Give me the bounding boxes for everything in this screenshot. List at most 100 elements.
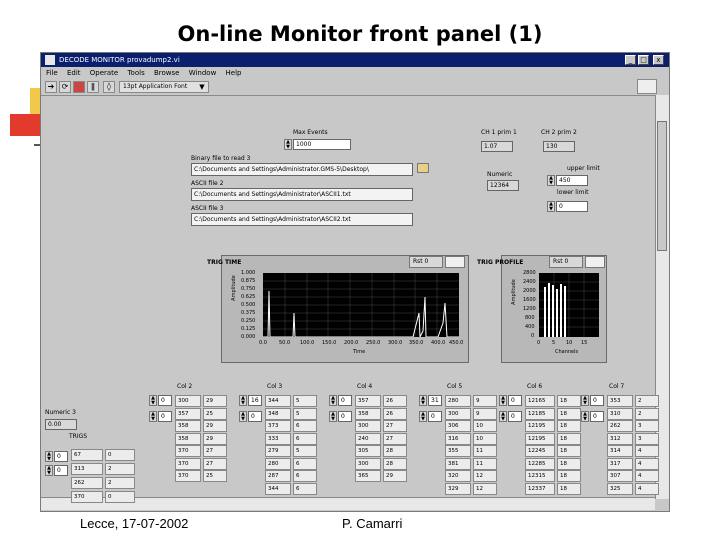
- table-cell: 25: [203, 407, 227, 420]
- table-cell: 12185: [525, 407, 555, 420]
- table-cell: 18: [557, 407, 581, 420]
- table-cell: 11: [473, 457, 497, 470]
- table-cell: 370: [175, 457, 201, 470]
- index-field[interactable]: 0: [158, 411, 172, 422]
- column-group-label: Col 7: [609, 383, 625, 390]
- table-cell: 25: [203, 470, 227, 482]
- table-cell: 18: [557, 470, 581, 482]
- index-spinner[interactable]: ▲ ▼: [499, 411, 507, 422]
- index-field[interactable]: 31: [428, 395, 442, 406]
- table-cell: 370: [175, 445, 201, 457]
- table-cell: 29: [203, 432, 227, 445]
- table-cell: 27: [383, 432, 407, 445]
- table-cell: 12195: [525, 420, 555, 432]
- column-group: Col 6 ▲ ▼ 0 ▲ ▼ 0 12165 18 12185 18 12195 18 12195 18 1…: [499, 383, 585, 495]
- index-spinner[interactable]: ▲ ▼: [239, 411, 247, 422]
- table-cell: 10: [473, 420, 497, 432]
- table-cell: 300: [355, 457, 381, 470]
- table-cell: 6: [293, 470, 317, 482]
- index-spinner[interactable]: ▲ ▼: [419, 411, 427, 422]
- table-cell: 358: [355, 407, 381, 420]
- decor-red-block: [10, 114, 44, 136]
- index-field[interactable]: 0: [338, 411, 352, 422]
- vertical-scroll-thumb[interactable]: [657, 121, 667, 251]
- table-cell: 18: [557, 445, 581, 457]
- table-cell: 10: [473, 432, 497, 445]
- column-group: Col 4 ▲ ▼ 0 ▲ ▼ 0 357 26 358 26 300 27 240 27 305 28 300 2…: [329, 383, 415, 495]
- slide-title: On-line Monitor front panel (1): [177, 22, 543, 46]
- index-spinner[interactable]: ▲ ▼: [581, 395, 589, 406]
- table-cell: 4: [635, 457, 659, 470]
- table-cell: 357: [355, 395, 381, 407]
- table-cell: 365: [355, 470, 381, 482]
- table-cell: 12195: [525, 432, 555, 445]
- table-cell: 306: [445, 420, 471, 432]
- table-cell: 4: [635, 445, 659, 457]
- table-cell: 12: [473, 482, 497, 495]
- table-cell: 316: [445, 432, 471, 445]
- table-cell: 353: [607, 395, 633, 407]
- footer-location-date: Lecce, 17-07-2002: [80, 516, 189, 531]
- table-cell: 300: [355, 420, 381, 432]
- table-cell: 6: [293, 432, 317, 445]
- table-cell: 320: [445, 470, 471, 482]
- index-spinner[interactable]: ▲ ▼: [499, 395, 507, 406]
- column-group: Col 2 ▲ ▼ 0 ▲ ▼ 0 300 29 357 25 358 29 358 29 370 27 370 2…: [149, 383, 235, 495]
- table-cell: 4: [635, 470, 659, 482]
- table-cell: 18: [557, 395, 581, 407]
- table-cell: 370: [175, 470, 201, 482]
- index-field[interactable]: 0: [590, 411, 604, 422]
- table-cell: 6: [293, 482, 317, 495]
- table-cell: 240: [355, 432, 381, 445]
- column-group-label: Col 4: [357, 383, 373, 390]
- index-field[interactable]: 0: [508, 411, 522, 422]
- index-field[interactable]: 0: [248, 411, 262, 422]
- table-cell: 18: [557, 432, 581, 445]
- table-cell: 18: [557, 482, 581, 495]
- table-cell: 329: [445, 482, 471, 495]
- table-cell: 18: [557, 420, 581, 432]
- table-cell: 12315: [525, 470, 555, 482]
- index-field[interactable]: 0: [590, 395, 604, 406]
- table-cell: 12165: [525, 395, 555, 407]
- index-spinner[interactable]: ▲ ▼: [329, 395, 337, 406]
- index-field[interactable]: 16: [248, 395, 262, 406]
- index-field[interactable]: 0: [508, 395, 522, 406]
- index-field[interactable]: 0: [338, 395, 352, 406]
- table-cell: 6: [293, 457, 317, 470]
- table-cell: 28: [383, 445, 407, 457]
- table-cell: 344: [265, 482, 291, 495]
- table-cell: 344: [265, 395, 291, 407]
- table-cell: 317: [607, 457, 633, 470]
- table-cell: 348: [265, 407, 291, 420]
- table-cell: 300: [445, 407, 471, 420]
- index-spinner[interactable]: ▲ ▼: [149, 411, 157, 422]
- table-cell: 300: [175, 395, 201, 407]
- table-cell: 305: [355, 445, 381, 457]
- table-cell: 307: [607, 470, 633, 482]
- index-field[interactable]: 0: [428, 411, 442, 422]
- table-cell: 287: [265, 470, 291, 482]
- table-cell: 325: [607, 482, 633, 495]
- table-cell: 310: [607, 407, 633, 420]
- table-cell: 2: [635, 395, 659, 407]
- table-cell: 358: [175, 420, 201, 432]
- index-spinner[interactable]: ▲ ▼: [581, 411, 589, 422]
- table-cell: 12285: [525, 457, 555, 470]
- index-spinner[interactable]: ▲ ▼: [419, 395, 427, 406]
- index-field[interactable]: 0: [158, 395, 172, 406]
- table-cell: 314: [607, 445, 633, 457]
- table-cell: 280: [265, 457, 291, 470]
- column-group: Col 5 ▲ ▼ 31 ▲ ▼ 0 280 9 300 9 306 10 316 10 355 11 381 11…: [419, 383, 505, 495]
- column-group-label: Col 3: [267, 383, 283, 390]
- table-cell: 333: [265, 432, 291, 445]
- table-cell: 358: [175, 432, 201, 445]
- index-spinner[interactable]: ▲ ▼: [149, 395, 157, 406]
- index-spinner[interactable]: ▲ ▼: [239, 395, 247, 406]
- index-spinner[interactable]: ▲ ▼: [329, 411, 337, 422]
- table-cell: 4: [635, 482, 659, 495]
- table-cell: 27: [203, 445, 227, 457]
- table-cell: 29: [203, 395, 227, 407]
- table-cell: 29: [383, 470, 407, 482]
- table-cell: 2: [635, 407, 659, 420]
